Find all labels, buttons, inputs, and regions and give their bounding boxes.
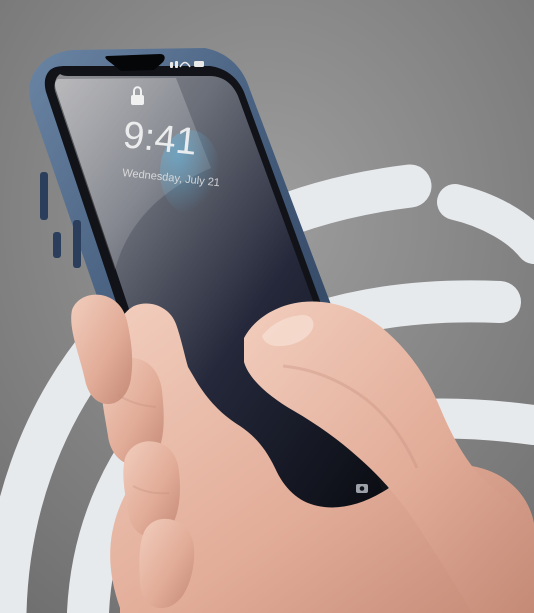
side-button-left-1 [40,172,48,220]
product-photo: 9:41 Wednesday, July 21 [0,0,534,613]
lockscreen-time: 9:41 [121,114,199,164]
side-button-left-3 [73,220,81,268]
scene: 9:41 Wednesday, July 21 [0,0,534,613]
side-button-left-2 [53,232,61,258]
camera-icon [356,484,368,493]
